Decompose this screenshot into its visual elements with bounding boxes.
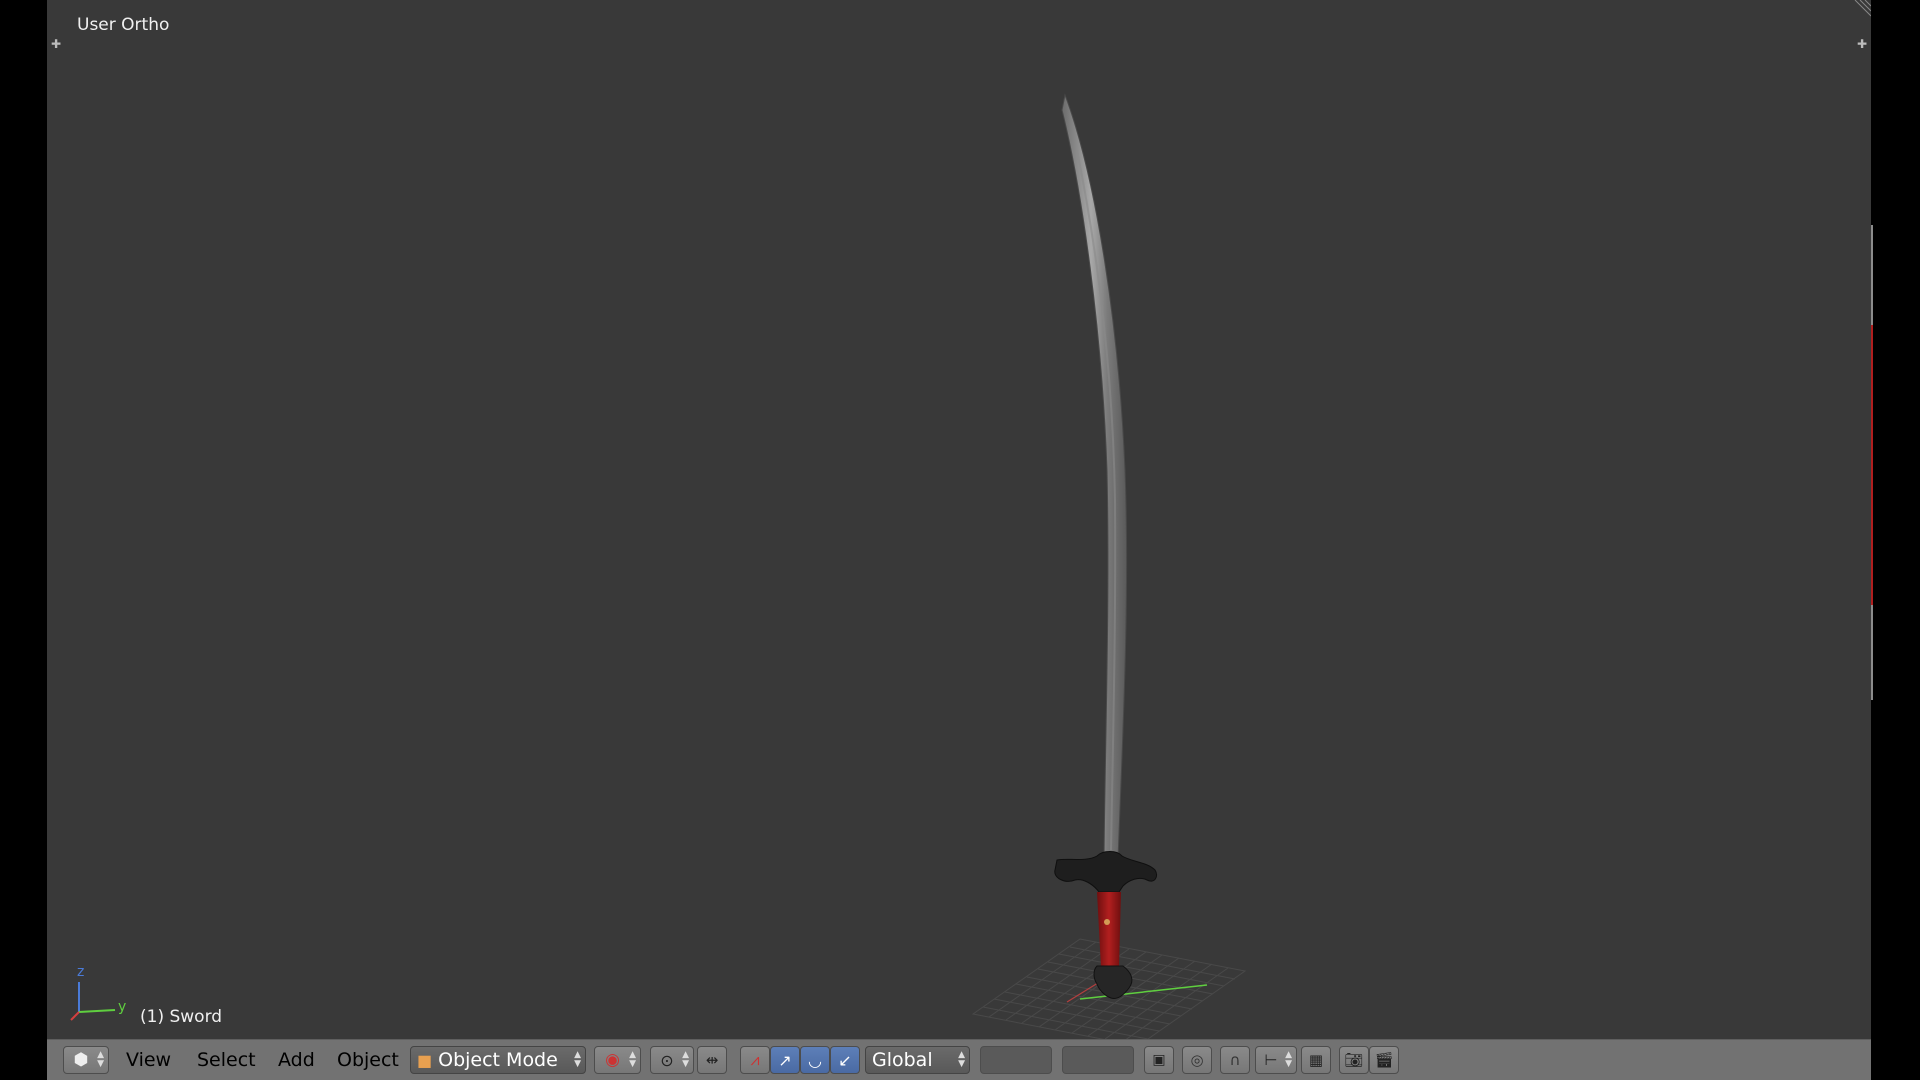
scene-canvas: z y bbox=[70, 93, 1247, 1039]
mode-select[interactable]: ■ Object Mode ▲ ▼ bbox=[410, 1046, 586, 1074]
active-object-label: (1) Sword bbox=[140, 1007, 223, 1027]
rotate-icon: ↗ bbox=[778, 1050, 792, 1070]
snap-element-icon: ⊢ bbox=[1264, 1051, 1278, 1069]
updown-arrows-icon: ▲ ▼ bbox=[629, 1050, 636, 1069]
layers-grid-2[interactable] bbox=[1062, 1046, 1134, 1074]
proportional-edit-button[interactable]: ◎ bbox=[1182, 1046, 1212, 1074]
snap-target-button[interactable]: ▦ bbox=[1301, 1046, 1331, 1074]
sword-guard bbox=[1054, 851, 1158, 893]
snap-button[interactable]: ∩ bbox=[1220, 1046, 1250, 1074]
updown-arrows-icon: ▲ ▼ bbox=[574, 1050, 581, 1069]
3d-view-header: ⬢ ▲ ▼ View Select Add Object ■ Object Mod… bbox=[47, 1039, 1871, 1080]
lock-layers-icon: ▣ bbox=[1152, 1052, 1166, 1068]
orientation-select[interactable]: Global ▲ ▼ bbox=[865, 1046, 970, 1074]
3d-viewport[interactable]: User Ortho ✚ ✚ z y (1) Sword bbox=[47, 0, 1871, 1039]
render-animation-icon: 🎬︎ bbox=[1374, 1051, 1394, 1069]
viewport-shading-icon: ◉ bbox=[605, 1050, 620, 1070]
render-animation-button[interactable]: 🎬︎ bbox=[1369, 1046, 1399, 1074]
menu-add[interactable]: Add bbox=[274, 1046, 319, 1074]
updown-arrows-icon: ▲ ▼ bbox=[1285, 1050, 1292, 1069]
pivot-point-button[interactable]: ⊙ ▲ ▼ bbox=[650, 1046, 694, 1074]
3d-view-cube-icon: ⬢ bbox=[73, 1050, 89, 1070]
scale-tool-icon: ↙ bbox=[838, 1050, 852, 1070]
manipulator-toggle-button[interactable]: ⇹ bbox=[697, 1046, 727, 1074]
rotate-button[interactable]: ↗ bbox=[770, 1046, 800, 1074]
render-still-icon: 📷︎ bbox=[1344, 1051, 1364, 1069]
orientation-select-value: Global bbox=[872, 1049, 933, 1071]
lock-layers-button[interactable]: ▣ bbox=[1144, 1046, 1174, 1074]
sword-model bbox=[1054, 93, 1158, 999]
mode-select-value: Object Mode bbox=[438, 1049, 558, 1071]
snap-target-icon: ▦ bbox=[1308, 1051, 1324, 1069]
layers-grid-1[interactable] bbox=[980, 1046, 1052, 1074]
menu-view[interactable]: View bbox=[122, 1046, 175, 1074]
proportional-edit-icon: ◎ bbox=[1190, 1051, 1204, 1069]
region-edge-highlight-red bbox=[1871, 325, 1873, 605]
scale-button[interactable]: ◡ bbox=[800, 1046, 830, 1074]
updown-arrows-icon: ▲ ▼ bbox=[682, 1050, 689, 1069]
pivot-point-icon: ⊙ bbox=[660, 1050, 674, 1070]
region-edge-highlight bbox=[1871, 225, 1873, 325]
editor-type-button[interactable]: ⬢ ▲ ▼ bbox=[63, 1046, 109, 1074]
grip-rivet bbox=[1104, 919, 1110, 925]
menu-select[interactable]: Select bbox=[193, 1046, 260, 1074]
sword-grip bbox=[1097, 892, 1121, 968]
updown-arrows-icon: ▲ ▼ bbox=[97, 1050, 104, 1069]
scale-icon: ◡ bbox=[808, 1050, 822, 1070]
snap-magnet-icon: ∩ bbox=[1229, 1051, 1241, 1069]
menu-object[interactable]: Object bbox=[333, 1046, 403, 1074]
axis-gizmo: z y bbox=[70, 964, 126, 1021]
viewport-shading-button[interactable]: ◉ ▲ ▼ bbox=[594, 1046, 641, 1074]
scale-tool-button[interactable]: ↙ bbox=[830, 1046, 860, 1074]
object-mode-cube-icon: ■ bbox=[417, 1050, 433, 1070]
manipulator-toggle-icon: ⇹ bbox=[705, 1051, 719, 1069]
translate-button[interactable]: ⩘ bbox=[740, 1046, 770, 1074]
region-edge-highlight bbox=[1871, 605, 1873, 700]
axis-y-label: y bbox=[118, 999, 126, 1015]
updown-arrows-icon: ▲ ▼ bbox=[958, 1050, 965, 1069]
sword-blade bbox=[1061, 93, 1128, 861]
render-still-button[interactable]: 📷︎ bbox=[1339, 1046, 1369, 1074]
snap-element-button[interactable]: ⊢ ▲ ▼ bbox=[1255, 1046, 1297, 1074]
axis-z-label: z bbox=[77, 964, 84, 980]
translate-icon: ⩘ bbox=[750, 1050, 760, 1069]
